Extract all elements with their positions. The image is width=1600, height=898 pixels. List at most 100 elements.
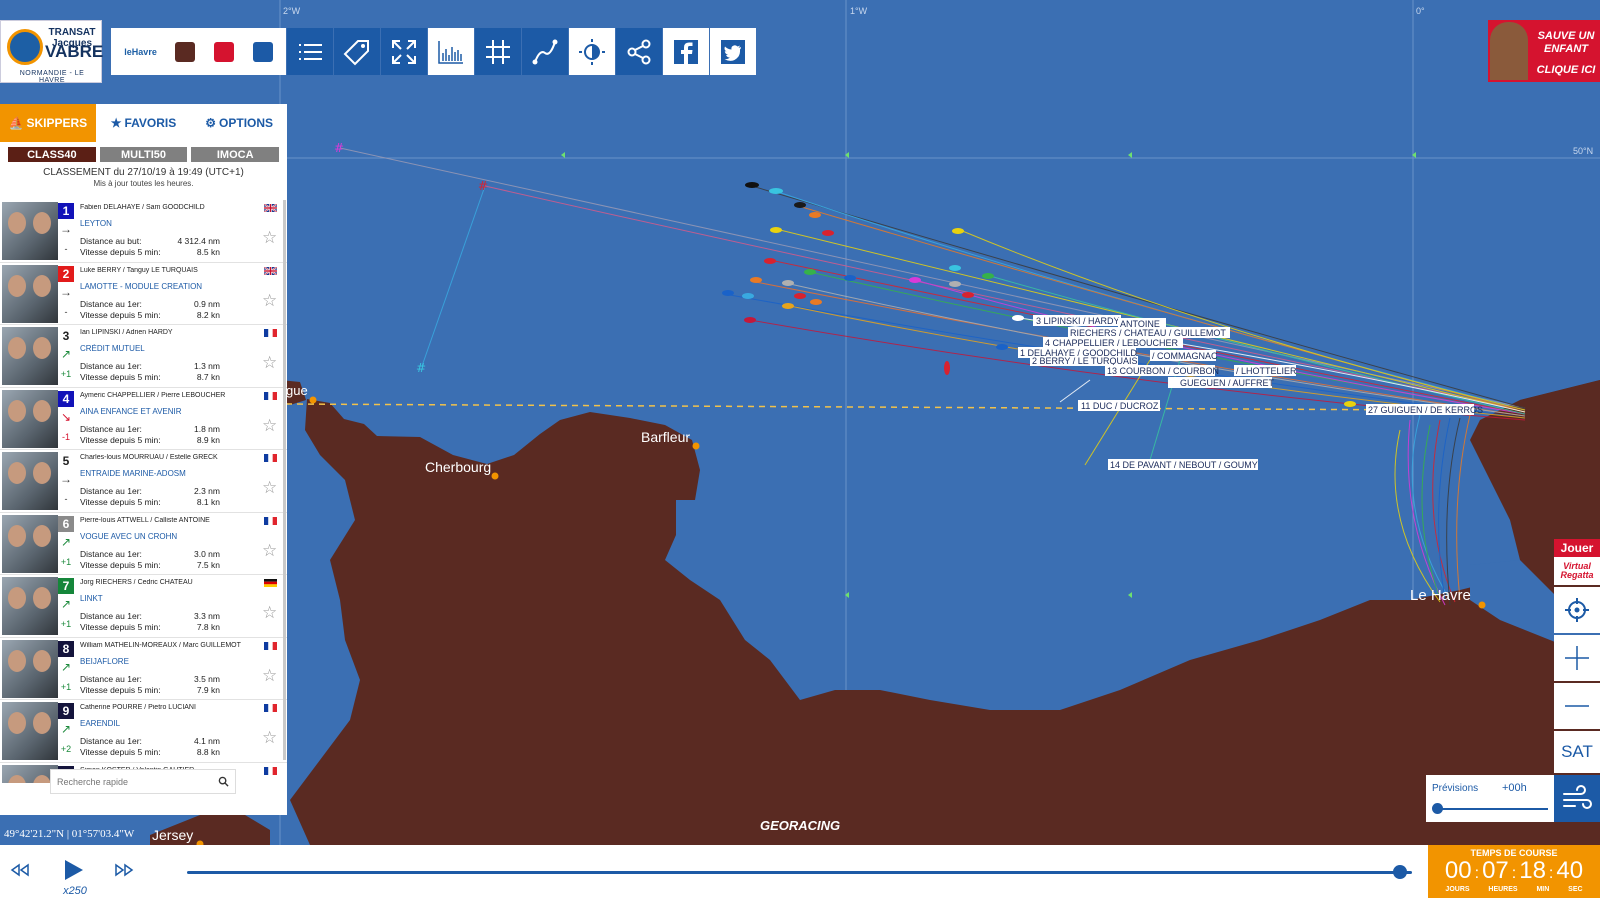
forecast-track[interactable] xyxy=(1436,808,1548,810)
skipper-photo xyxy=(2,514,58,573)
chart-button[interactable] xyxy=(428,28,474,75)
race-time-panel: TEMPS DE COURSE 00 : 07 : 18 : 40 JOURS … xyxy=(1428,845,1600,898)
tag-button[interactable] xyxy=(334,28,380,75)
locate-button[interactable] xyxy=(1554,587,1600,633)
svg-text:#: # xyxy=(478,179,488,193)
flag-icon xyxy=(264,766,277,775)
favorite-star-icon[interactable]: ☆ xyxy=(262,353,277,373)
tab-skippers[interactable]: ⛵ SKIPPERS xyxy=(0,104,96,142)
skipper-list[interactable]: 1 → - Fabien DELAHAYE / Sam GOODCHILD LE… xyxy=(0,200,287,783)
skipper-row[interactable]: 6 ↗ +1 Pierre-louis ATTWELL / Calliste A… xyxy=(0,513,287,575)
forecast-value: +00h xyxy=(1502,782,1527,794)
zoom-out-button[interactable] xyxy=(1554,683,1600,729)
favorite-star-icon[interactable]: ☆ xyxy=(262,728,277,748)
skipper-row[interactable]: 7 ↗ +1 Jorg RIECHERS / Cedric CHATEAU LI… xyxy=(0,575,287,638)
forecast-handle[interactable] xyxy=(1432,803,1443,814)
zoom-in-button[interactable] xyxy=(1554,635,1600,681)
sat-button[interactable]: SAT xyxy=(1554,731,1600,773)
distance-value: 2.3 nm xyxy=(194,486,220,496)
play-icon[interactable] xyxy=(62,859,84,881)
tag-icon xyxy=(343,39,369,65)
rewind-icon[interactable] xyxy=(10,863,30,877)
tab-favoris[interactable]: ★ FAVORIS xyxy=(96,104,192,142)
list-icon xyxy=(299,43,322,60)
favorite-star-icon[interactable]: ☆ xyxy=(262,478,277,498)
crosshair-icon xyxy=(1565,598,1589,622)
list-scrollbar[interactable] xyxy=(283,200,286,760)
distance-value: 0.9 nm xyxy=(194,298,220,309)
skipper-row[interactable]: 5 → - Charles-louis MOURRUAU / Estelle G… xyxy=(0,450,287,513)
skipper-names: William MATHELIN-MOREAUX / Marc GUILLEMO… xyxy=(80,641,241,649)
rank-delta: - xyxy=(64,244,68,254)
speed-value: 7.8 kn xyxy=(196,622,220,632)
boat-label-chappellier: 4 CHAPPELLIER / LEBOUCHER xyxy=(1045,338,1179,348)
partner-logos: leHavre xyxy=(111,28,286,75)
share-button[interactable] xyxy=(616,28,662,75)
skipper-row[interactable]: 3 ↗ +1 Ian LIPINSKI / Adrien HARDY CRÉDI… xyxy=(0,325,287,388)
twitter-button[interactable] xyxy=(710,28,756,75)
favorite-star-icon[interactable]: ☆ xyxy=(262,603,277,623)
favorite-star-icon[interactable]: ☆ xyxy=(262,291,277,311)
forecast-slider[interactable]: Prévisions +00h xyxy=(1426,775,1554,822)
lon-label-2w: 2°W xyxy=(283,6,301,16)
quick-search[interactable] xyxy=(50,769,236,794)
map-toolbar xyxy=(287,28,756,75)
minus-icon xyxy=(1565,705,1589,707)
wind-button[interactable] xyxy=(1554,775,1600,822)
favorite-star-icon[interactable]: ☆ xyxy=(262,416,277,436)
facebook-icon xyxy=(674,39,698,64)
fullscreen-button[interactable] xyxy=(381,28,427,75)
virtual-regatta-logo[interactable]: Virtual Regatta xyxy=(1554,557,1600,585)
boat-name: LINKT xyxy=(80,594,103,603)
list-button[interactable] xyxy=(287,28,333,75)
route-button[interactable] xyxy=(522,28,568,75)
lat-label-50n: 50°N xyxy=(1573,146,1593,156)
search-icon[interactable] xyxy=(218,776,229,787)
skipper-photo xyxy=(2,577,58,635)
ranking-subtitle: Mis à jour toutes les heures. xyxy=(93,179,194,188)
race-seconds: 40 xyxy=(1556,857,1584,884)
skipper-row[interactable]: 1 → - Fabien DELAHAYE / Sam GOODCHILD LE… xyxy=(0,200,287,263)
time-sep: : xyxy=(1511,865,1517,882)
rank-delta: +1 xyxy=(60,369,72,379)
race-days: 00 xyxy=(1444,857,1472,884)
skipper-row[interactable]: 2 → - Luke BERRY / Tanguy LE TURQUAIS LA… xyxy=(0,263,287,325)
facebook-button[interactable] xyxy=(663,28,709,75)
trend-arrow-icon: ↗ xyxy=(60,347,72,361)
jouer-button[interactable]: Jouer xyxy=(1554,539,1600,557)
distance-value: 4.1 nm xyxy=(194,736,220,746)
skipper-row[interactable]: 9 ↗ +2 Catherine POURRE / Pietro LUCIANI… xyxy=(0,700,287,763)
boat-name: EARENDIL xyxy=(80,719,121,728)
trend-arrow-icon: → xyxy=(60,472,72,486)
grid-button[interactable] xyxy=(475,28,521,75)
partner-logo-2 xyxy=(175,41,196,62)
class-imoca[interactable]: IMOCA xyxy=(191,147,280,162)
contrast-icon xyxy=(579,38,605,65)
tab-options[interactable]: ⚙ OPTIONS xyxy=(191,104,287,142)
fast-forward-icon[interactable] xyxy=(114,863,134,877)
tab-skippers-label: SKIPPERS xyxy=(26,116,88,130)
transat-logo[interactable]: TRANSAT Jacques VABRE NORMANDIE - LE HAV… xyxy=(0,20,103,84)
lon-label-1w: 1°W xyxy=(850,6,868,16)
forecast-label: Prévisions xyxy=(1432,783,1479,794)
place-jersey: Jersey xyxy=(152,827,193,843)
timeline-handle[interactable] xyxy=(1392,865,1407,879)
search-input[interactable] xyxy=(57,776,207,787)
rank-number: 6 xyxy=(58,515,74,532)
contrast-button[interactable] xyxy=(569,28,615,75)
favorite-star-icon[interactable]: ☆ xyxy=(262,541,277,561)
place-barfleur: Barfleur xyxy=(641,429,690,445)
timeline-track[interactable] xyxy=(187,871,1412,874)
boat-label-guiguen: 27 GUIGUEN / DE KERROS xyxy=(1368,405,1483,415)
partner-logo-3 xyxy=(214,41,235,62)
class-multi50[interactable]: MULTI50 xyxy=(99,147,188,162)
skipper-row[interactable]: 4 ↘ -1 Aymeric CHAPPELLIER / Pierre LEBO… xyxy=(0,388,287,450)
skipper-row[interactable]: 8 ↗ +1 William MATHELIN-MOREAUX / Marc G… xyxy=(0,638,287,700)
favorite-star-icon[interactable]: ☆ xyxy=(262,228,277,248)
rank-number: 7 xyxy=(58,578,74,594)
favorite-star-icon[interactable]: ☆ xyxy=(262,666,277,686)
class-class40[interactable]: CLASS40 xyxy=(8,147,96,162)
boat-label-berry: 2 BERRY / LE TURQUAIS xyxy=(1032,356,1138,366)
distance-label: Distance au 1er: xyxy=(80,611,142,621)
ad-banner[interactable]: SAUVE UN ENFANT CLIQUE ICI xyxy=(1488,20,1600,82)
